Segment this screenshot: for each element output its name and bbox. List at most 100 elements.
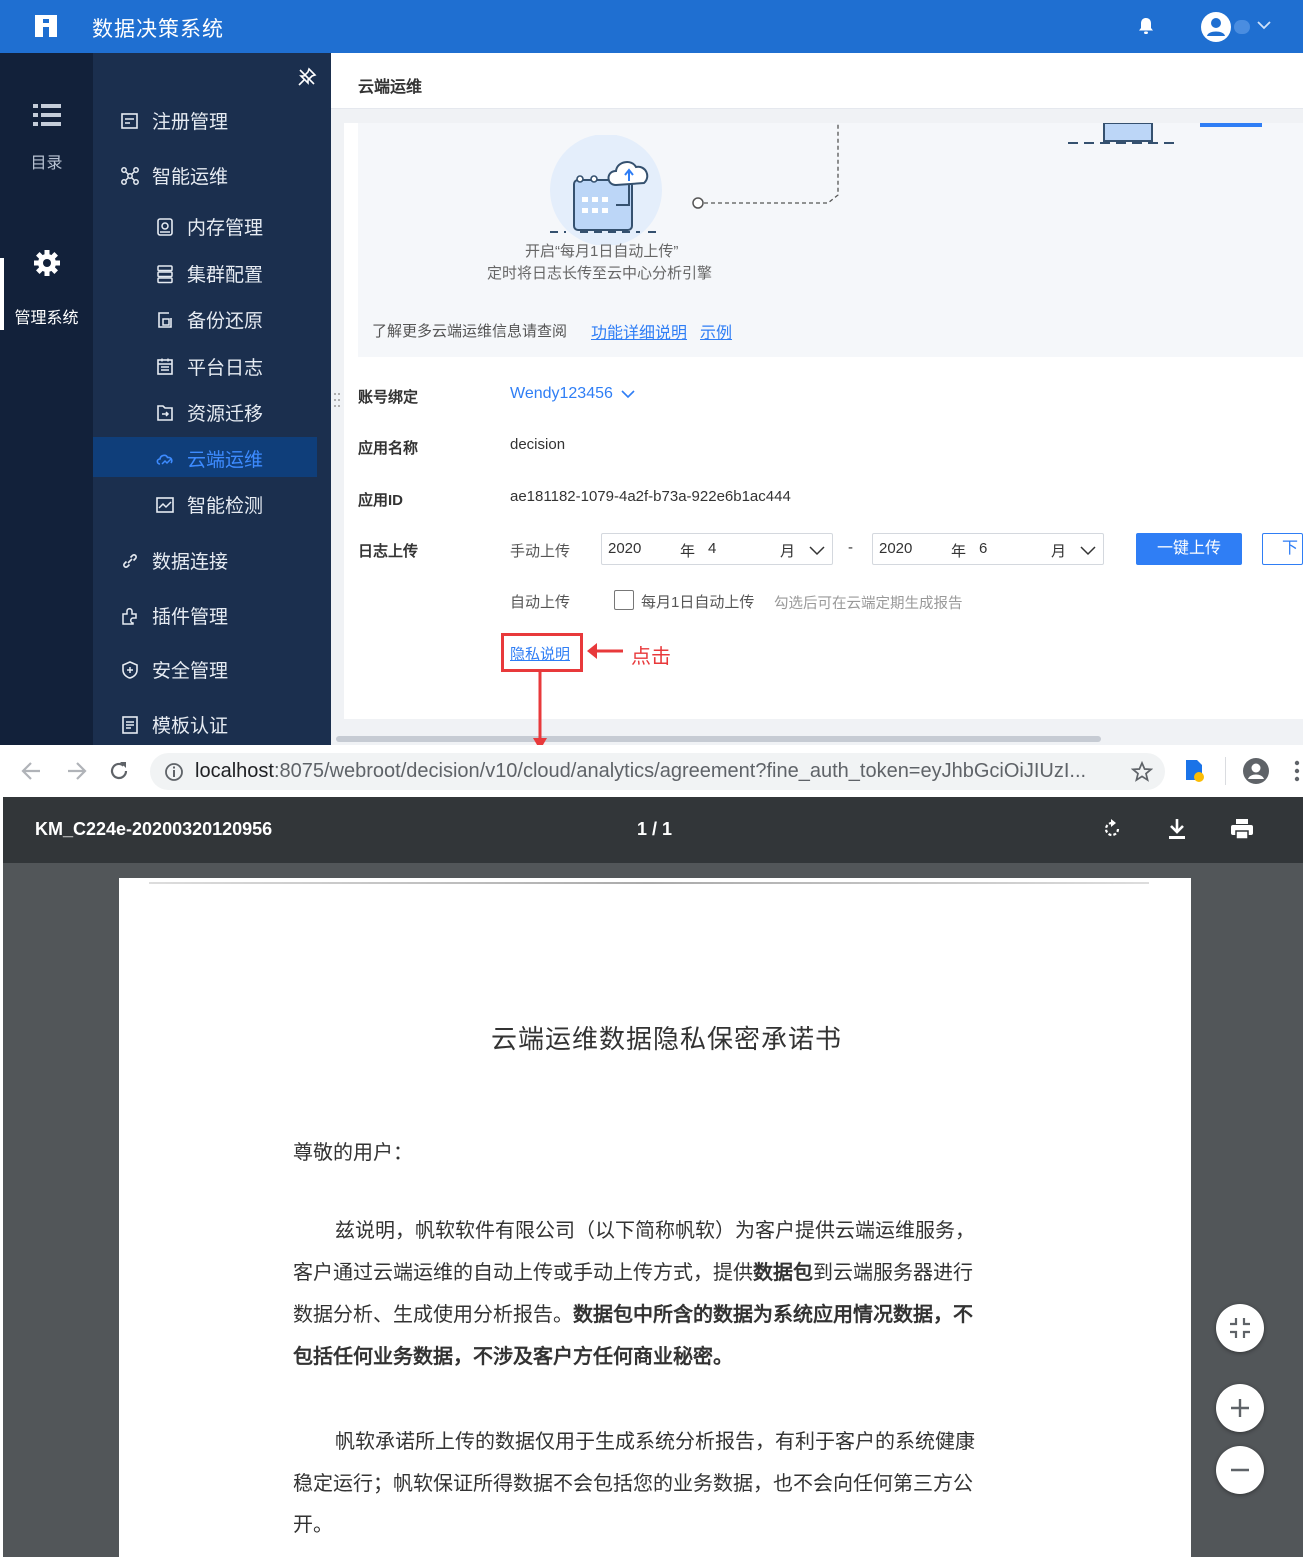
forward-arrow-icon[interactable] xyxy=(64,760,88,782)
sidebar-nav: 注册管理 智能运维 内存管理 集群配置 备份还原 平台日志 资源迁移 云端运维 … xyxy=(93,53,331,745)
pdf-page: 云端运维数据隐私保密承诺书 尊敬的用户： 兹说明，帆软软件有限公司（以下简称帆软… xyxy=(119,878,1191,1557)
list-icon xyxy=(32,104,61,126)
rail-item-directory[interactable]: 目录 xyxy=(0,103,93,173)
zoom-out-button[interactable] xyxy=(1216,1446,1264,1494)
example-link[interactable]: 示例 xyxy=(700,319,732,343)
rotate-icon[interactable] xyxy=(1100,817,1124,841)
doc-para1-line1: 兹说明，帆软软件有限公司（以下简称帆软）为客户提供云端运维服务， xyxy=(335,1218,975,1242)
back-arrow-icon[interactable] xyxy=(20,760,44,782)
account-label: 账号绑定 xyxy=(358,389,419,406)
doc-bold-text: 数据包 xyxy=(753,1260,813,1284)
fit-page-button[interactable] xyxy=(1216,1304,1264,1352)
auto-upload-checkbox[interactable] xyxy=(614,590,634,610)
annotation-label: 点击 xyxy=(631,646,671,668)
sidebar-item-template-auth[interactable]: 模板认证 xyxy=(120,711,228,738)
app-id-label: 应用ID xyxy=(358,492,404,509)
sidebar-item-label: 平台日志 xyxy=(187,358,264,379)
sidebar-item-label: 数据连接 xyxy=(152,552,229,573)
sidebar-item-platform-log[interactable]: 平台日志 xyxy=(155,353,263,380)
pdf-canvas-area[interactable]: 云端运维数据隐私保密承诺书 尊敬的用户： 兹说明，帆软软件有限公司（以下简称帆软… xyxy=(3,863,1303,1557)
annotation-arrow-left-icon xyxy=(587,643,623,659)
chevron-down-icon xyxy=(621,390,635,398)
avatar[interactable] xyxy=(1201,12,1231,42)
minus-icon xyxy=(1231,1468,1249,1472)
url-text: localhost:8075/webroot/decision/v10/clou… xyxy=(195,760,1086,783)
annotation-arrow-down-icon xyxy=(533,672,547,750)
pdf-file-name: KM_C224e-20200320120956 xyxy=(35,819,273,839)
horizontal-scrollbar[interactable] xyxy=(331,733,1303,745)
pdf-page-indicator: 1 / 1 xyxy=(637,819,673,839)
end-month-picker[interactable]: 2020 年 6 月 xyxy=(872,533,1104,565)
scan-edge xyxy=(149,882,1149,884)
memory-icon xyxy=(157,217,173,236)
rail-item-admin[interactable]: 管理系统 xyxy=(0,248,93,328)
sidebar-item-cluster[interactable]: 集群配置 xyxy=(155,260,263,287)
kebab-menu-icon[interactable] xyxy=(1292,759,1302,783)
browser-toolbar: localhost:8075/webroot/decision/v10/clou… xyxy=(0,745,1303,797)
feature-detail-link[interactable]: 功能详细说明 xyxy=(591,319,687,343)
sidebar-item-register[interactable]: 注册管理 xyxy=(120,107,228,134)
user-icon xyxy=(1207,18,1225,36)
sidebar-item-smart-ops[interactable]: 智能运维 xyxy=(120,162,228,189)
sidebar-item-detect[interactable]: 智能检测 xyxy=(155,491,263,518)
scrollbar-thumb[interactable] xyxy=(336,736,1101,742)
download-icon[interactable] xyxy=(1166,817,1188,841)
sidebar-item-backup[interactable]: 备份还原 xyxy=(155,306,263,333)
start-month-picker[interactable]: 2020 年 4 月 xyxy=(601,533,833,565)
chevron-down-icon[interactable] xyxy=(1255,18,1273,32)
cloud-icon xyxy=(156,454,173,465)
star-bookmark-icon[interactable] xyxy=(1131,761,1153,783)
chevron-down-icon xyxy=(809,546,825,556)
account-select[interactable]: Wendy123456 xyxy=(510,385,636,403)
app-name-value: decision xyxy=(510,436,566,453)
manual-upload-label: 手动上传 xyxy=(510,543,571,560)
sidebar-item-label: 智能检测 xyxy=(187,496,264,517)
sidebar-item-cloud-ops[interactable]: 云端运维 xyxy=(155,445,263,472)
reload-icon[interactable] xyxy=(107,759,131,783)
plus-icon xyxy=(1231,1399,1249,1417)
cloud-ops-panel: 开启“每月1日自动上传” 定时将日志长传至云中心分析引擎 了解更多云端运维信息请… xyxy=(344,123,1303,719)
start-month-value: 4 xyxy=(708,540,717,557)
cluster-icon xyxy=(157,264,173,283)
sidebar-item-memory[interactable]: 内存管理 xyxy=(155,213,263,240)
gear-icon xyxy=(33,250,60,276)
drag-handle-icon[interactable] xyxy=(333,391,341,409)
plugin-icon xyxy=(122,607,137,625)
sidebar-item-data-connection[interactable]: 数据连接 xyxy=(120,547,228,574)
auto-upload-checkbox-label[interactable]: 每月1日自动上传 xyxy=(641,591,754,612)
bell-icon[interactable] xyxy=(1136,16,1156,36)
connector-line-icon xyxy=(692,123,839,209)
report-illustration-icon xyxy=(1068,123,1262,144)
sidebar-item-plugin[interactable]: 插件管理 xyxy=(120,602,228,629)
doc-text: 到云端服务器进行 xyxy=(813,1260,973,1284)
url-host: localhost xyxy=(195,760,274,782)
migrate-icon xyxy=(157,404,173,421)
sidebar-item-label: 模板认证 xyxy=(152,716,229,737)
chevron-down-icon xyxy=(1080,546,1096,556)
document-title: 云端运维数据隐私保密承诺书 xyxy=(490,1025,842,1055)
doc-text: 数据分析、生成使用分析报告。 xyxy=(293,1302,573,1326)
address-bar[interactable]: localhost:8075/webroot/decision/v10/clou… xyxy=(150,753,1165,790)
download-button[interactable]: 下载 xyxy=(1262,533,1303,565)
sidebar-item-label: 内存管理 xyxy=(187,218,264,239)
info-icon[interactable] xyxy=(164,762,184,782)
one-click-upload-button[interactable]: 一键上传 xyxy=(1136,533,1242,565)
sidebar-item-migrate[interactable]: 资源迁移 xyxy=(155,399,263,426)
url-path: :8075/webroot/decision/v10/cloud/analyti… xyxy=(273,760,1087,782)
page-title: 云端运维 xyxy=(358,79,423,96)
pdf-toolbar: KM_C224e-20200320120956 1 / 1 xyxy=(3,797,1303,863)
rail-item-label: 目录 xyxy=(30,155,63,172)
cloud-upload-illustration-icon xyxy=(550,135,662,245)
zoom-in-button[interactable] xyxy=(1216,1384,1264,1432)
fit-to-page-icon xyxy=(1230,1318,1250,1338)
print-icon[interactable] xyxy=(1229,817,1255,841)
template-icon xyxy=(122,715,138,734)
banner-caption-line2: 定时将日志长传至云中心分析引擎 xyxy=(487,265,713,282)
banner-caption-line1: 开启“每月1日自动上传” xyxy=(525,243,679,260)
sidebar-item-label: 集群配置 xyxy=(187,265,264,286)
unpin-icon[interactable] xyxy=(297,67,317,87)
sidebar-item-security[interactable]: 安全管理 xyxy=(120,656,228,683)
sidebar-item-label: 插件管理 xyxy=(152,607,229,628)
profile-icon[interactable] xyxy=(1242,757,1270,785)
extension-icon[interactable] xyxy=(1183,758,1207,784)
